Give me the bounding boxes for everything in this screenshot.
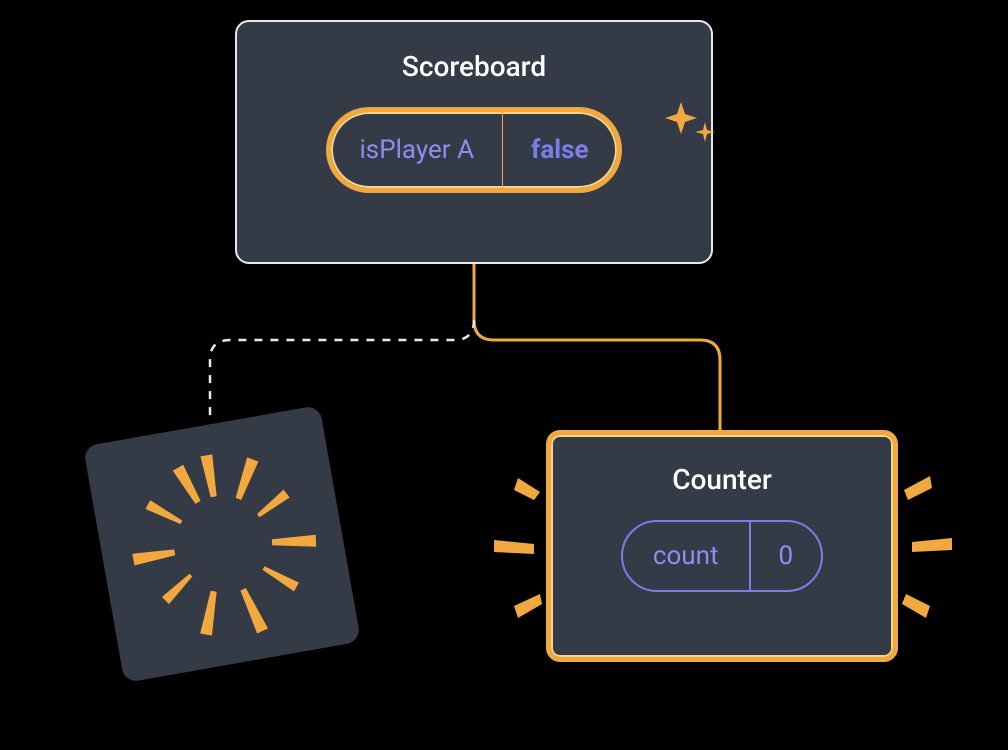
scoreboard-node: Scoreboard isPlayer A false (235, 20, 713, 264)
counter-state-pill: count 0 (621, 520, 823, 592)
connector-solid (474, 264, 720, 430)
scoreboard-title: Scoreboard (402, 50, 546, 83)
burst-icon (83, 405, 361, 683)
counter-node: Counter count 0 (546, 430, 898, 662)
connector-dashed (210, 320, 474, 420)
scoreboard-state-value: false (503, 112, 617, 188)
destroyed-node (83, 405, 361, 683)
counter-title: Counter (672, 463, 772, 496)
counter-state-value: 0 (751, 522, 822, 590)
counter-state-key: count (623, 522, 751, 590)
scoreboard-state-pill: isPlayer A false (326, 107, 621, 193)
sparkle-icon (661, 96, 721, 156)
scoreboard-state-key: isPlayer A (331, 112, 503, 188)
